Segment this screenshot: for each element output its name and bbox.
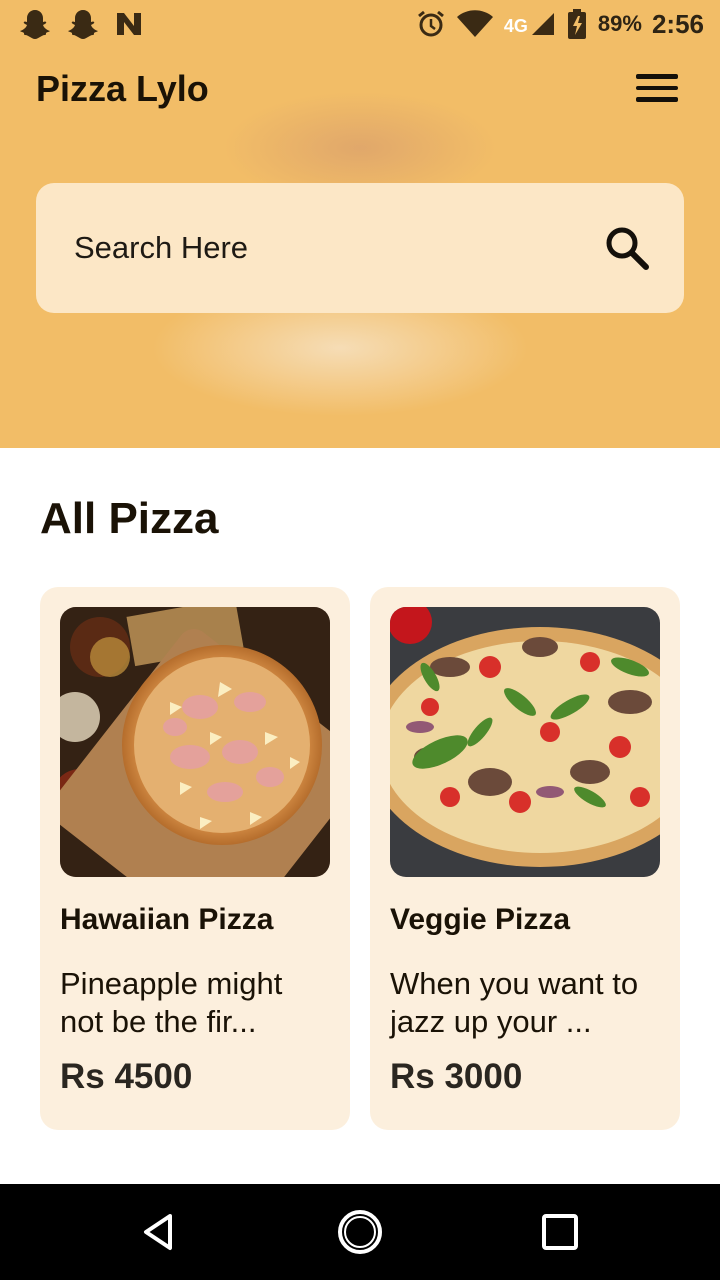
- veggie-pizza-photo: [390, 607, 660, 877]
- status-bar-notifications: [18, 8, 144, 40]
- recent-apps-icon[interactable]: [536, 1208, 584, 1256]
- search-icon[interactable]: [604, 225, 650, 271]
- search-bar[interactable]: [36, 183, 684, 313]
- network-type: 4G: [503, 16, 528, 36]
- section-title: All Pizza: [40, 494, 219, 543]
- status-bar-system: 4G 89% 2:56: [416, 8, 704, 40]
- battery-charging-icon: [567, 9, 586, 39]
- product-price: Rs 3000: [390, 1057, 523, 1096]
- signal-icon: [531, 13, 554, 35]
- product-name: Veggie Pizza: [390, 903, 571, 936]
- product-price: Rs 4500: [60, 1057, 193, 1096]
- product-card[interactable]: Veggie Pizza When you want to jazz up yo…: [370, 587, 680, 1130]
- search-input[interactable]: [74, 230, 554, 266]
- snapchat-icon: [20, 10, 50, 39]
- alarm-icon: [417, 10, 444, 37]
- status-bar: 4G 89% 2:56: [0, 0, 720, 48]
- lte-4g-signal-icon: 4G: [504, 11, 556, 37]
- app-title: Pizza Lylo: [36, 68, 209, 109]
- home-icon[interactable]: [336, 1208, 384, 1256]
- hero-banner: Pizza Lylo: [0, 48, 720, 448]
- wifi-icon: [456, 10, 493, 37]
- system-navigation-bar: [0, 1184, 720, 1280]
- product-description: Pineapple might not be the fir...: [60, 966, 283, 1039]
- product-card[interactable]: Hawaiian Pizza Pineapple might not be th…: [40, 587, 350, 1130]
- battery-level: 89%: [597, 11, 642, 36]
- product-description: When you want to jazz up your ...: [390, 966, 639, 1039]
- clock: 2:56: [651, 8, 704, 39]
- hamburger-menu-icon[interactable]: [632, 68, 682, 108]
- snapchat-icon: [68, 10, 98, 39]
- product-name: Hawaiian Pizza: [60, 903, 274, 936]
- hawaiian-pizza-photo: [60, 607, 330, 877]
- back-icon[interactable]: [136, 1208, 184, 1256]
- n-notification-icon: [117, 13, 141, 35]
